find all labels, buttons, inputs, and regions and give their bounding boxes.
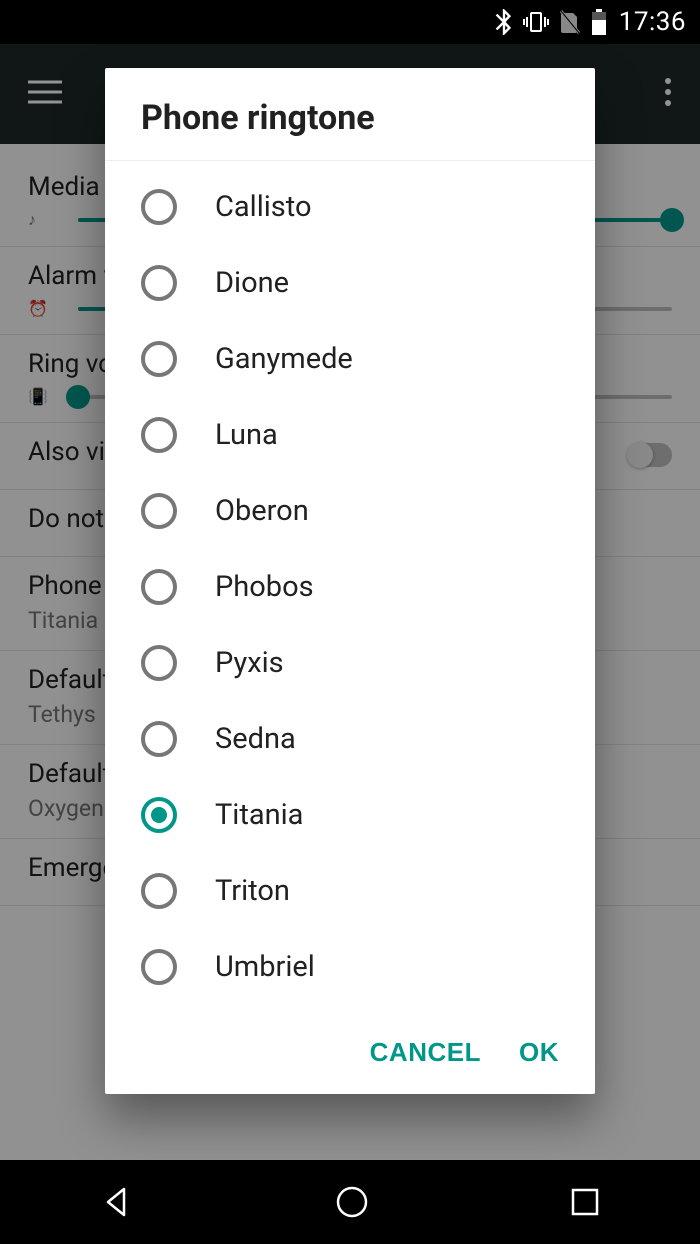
nav-recent-button[interactable] — [570, 1187, 600, 1217]
radio-button[interactable] — [141, 645, 177, 681]
home-icon — [334, 1184, 370, 1220]
ringtone-option-label: Callisto — [215, 190, 312, 224]
device-screen: 17:36 Media volume ♪ Alarm volume ⏰ Ring — [0, 0, 700, 1244]
vibrate-icon — [523, 11, 549, 33]
ringtone-option-label: Pyxis — [215, 646, 284, 680]
ringtone-option[interactable]: Phobos — [105, 549, 595, 625]
radio-button[interactable] — [141, 417, 177, 453]
ringtone-option[interactable]: Triton — [105, 853, 595, 929]
radio-button[interactable] — [141, 873, 177, 909]
ringtone-list: Callisto Dione Ganymede Luna Oberon Phobos Pyx… — [105, 161, 595, 1017]
ringtone-option-label: Luna — [215, 418, 278, 452]
navigation-bar — [0, 1160, 700, 1244]
no-sim-icon — [559, 9, 581, 35]
nav-back-button[interactable] — [100, 1185, 134, 1219]
ringtone-option-label: Titania — [215, 798, 303, 832]
ringtone-option-label: Ganymede — [215, 342, 353, 376]
status-bar: 17:36 — [0, 0, 700, 44]
ringtone-option-label: Dione — [215, 266, 289, 300]
recent-icon — [570, 1187, 600, 1217]
ringtone-option[interactable]: Pyxis — [105, 625, 595, 701]
radio-button[interactable] — [141, 721, 177, 757]
ringtone-option[interactable]: Sedna — [105, 701, 595, 777]
ringtone-option[interactable]: Titania — [105, 777, 595, 853]
ringtone-option-label: Oberon — [215, 494, 309, 528]
ringtone-option[interactable]: Oberon — [105, 473, 595, 549]
dialog-actions: CANCEL OK — [105, 1017, 595, 1094]
radio-button[interactable] — [141, 569, 177, 605]
status-icons — [495, 9, 607, 35]
radio-button[interactable] — [141, 949, 177, 985]
status-time: 17:36 — [619, 7, 686, 37]
ok-button[interactable]: OK — [519, 1037, 559, 1068]
ringtone-option-label: Sedna — [215, 722, 296, 756]
ringtone-option[interactable]: Callisto — [105, 169, 595, 245]
ringtone-option[interactable]: Umbriel — [105, 929, 595, 1005]
ringtone-option[interactable]: Ganymede — [105, 321, 595, 397]
battery-icon — [591, 9, 607, 35]
radio-button[interactable] — [141, 797, 177, 833]
cancel-button[interactable]: CANCEL — [370, 1037, 481, 1068]
radio-button[interactable] — [141, 341, 177, 377]
radio-button[interactable] — [141, 189, 177, 225]
back-icon — [100, 1185, 134, 1219]
ringtone-option-label: Triton — [215, 874, 290, 908]
ringtone-dialog: Phone ringtone Callisto Dione Ganymede Luna… — [105, 68, 595, 1094]
radio-button[interactable] — [141, 493, 177, 529]
radio-button[interactable] — [141, 265, 177, 301]
bluetooth-icon — [495, 9, 513, 35]
ringtone-option[interactable]: Dione — [105, 245, 595, 321]
ringtone-option-label: Phobos — [215, 570, 314, 604]
ringtone-option-label: Umbriel — [215, 950, 315, 984]
ringtone-option[interactable]: Luna — [105, 397, 595, 473]
dialog-title: Phone ringtone — [105, 68, 595, 161]
nav-home-button[interactable] — [334, 1184, 370, 1220]
